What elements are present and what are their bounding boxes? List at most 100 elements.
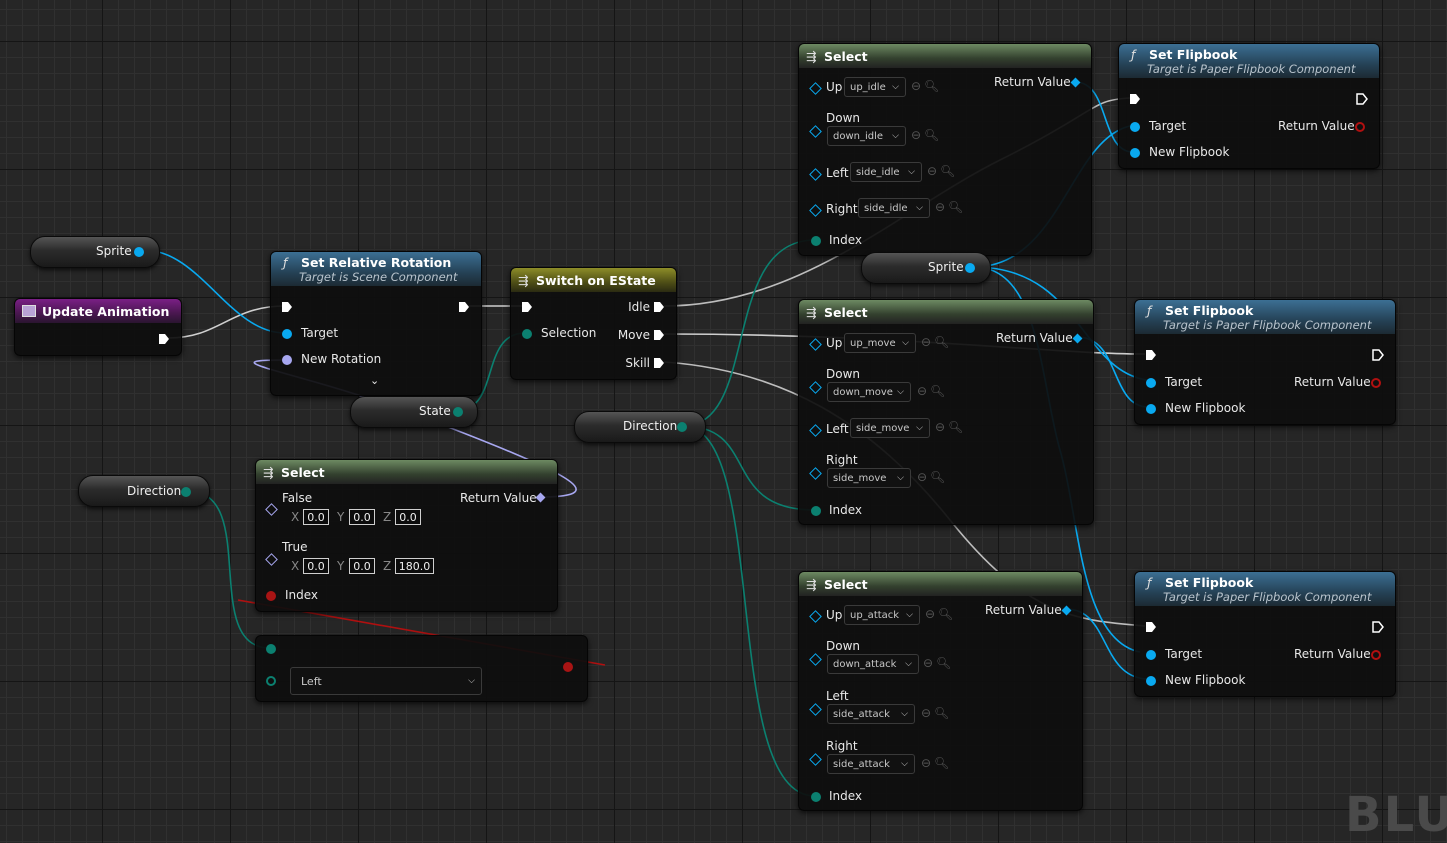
direction-out-pin[interactable] (181, 487, 191, 497)
exec-in-pin[interactable] (1145, 349, 1157, 361)
target-pin[interactable] (1146, 650, 1156, 660)
use-browse-icons[interactable]: ⊖🔍︎ (921, 756, 952, 770)
exec-out-pin[interactable] (1372, 349, 1384, 361)
left-value-dropdown[interactable]: side_attack ⌵ (827, 704, 915, 724)
direction-variable[interactable]: Direction (574, 411, 706, 443)
up-pin[interactable] (809, 338, 822, 351)
enum-value-dropdown[interactable]: Left ⌵ (290, 667, 482, 695)
use-browse-icons[interactable]: ⊖🔍︎ (925, 607, 956, 621)
idle-exec-pin[interactable] (653, 301, 665, 313)
use-browse-icons[interactable]: ⊖🔍︎ (917, 384, 948, 398)
return-value-pin[interactable] (535, 492, 546, 503)
return-value-pin[interactable] (1061, 605, 1072, 616)
use-browse-icons[interactable]: ⊖🔍︎ (935, 420, 966, 434)
direction-variable[interactable]: Direction (78, 475, 210, 507)
select-idle-node[interactable]: ⇶ Select Up up_idle ⌵ ⊖🔍︎ Down down_idle ⌵… (798, 43, 1092, 256)
move-exec-pin[interactable] (653, 329, 665, 341)
use-browse-icons[interactable]: ⊖🔍︎ (921, 335, 952, 349)
select-move-node[interactable]: ⇶ Select Up up_move ⌵ ⊖🔍︎ Down down_move ⌵… (798, 299, 1094, 525)
use-browse-icons[interactable]: ⊖🔍︎ (927, 164, 958, 178)
return-value-pin[interactable] (1072, 333, 1083, 344)
select-attack-node[interactable]: ⇶ Select Up up_attack ⌵ ⊖🔍︎ Down down_att… (798, 571, 1083, 811)
up-value-dropdown[interactable]: up_idle ⌵ (844, 77, 906, 97)
left-pin[interactable] (809, 703, 822, 716)
down-value-dropdown[interactable]: down_move ⌵ (827, 382, 911, 402)
sprite-out-pin[interactable] (965, 263, 975, 273)
exec-out-pin[interactable] (1356, 93, 1368, 105)
state-variable[interactable]: State (350, 396, 478, 428)
use-browse-icons[interactable]: ⊖🔍︎ (911, 128, 942, 142)
set-flipbook-node[interactable]: ƒ Set Flipbook Target is Paper Flipbook C… (1134, 299, 1396, 425)
right-pin[interactable] (809, 467, 822, 480)
return-value-pin[interactable] (1371, 650, 1381, 660)
enum-compare-node[interactable]: Left ⌵ (255, 635, 588, 702)
down-value-dropdown[interactable]: down_idle ⌵ (827, 126, 906, 146)
exec-in-pin[interactable] (1129, 93, 1141, 105)
direction-out-pin[interactable] (677, 422, 687, 432)
return-value-pin[interactable] (1355, 122, 1365, 132)
use-browse-icons[interactable]: ⊖🔍︎ (917, 470, 948, 484)
new-rotation-pin[interactable] (282, 355, 292, 365)
use-browse-icons[interactable]: ⊖🔍︎ (935, 200, 966, 214)
use-browse-icons[interactable]: ⊖🔍︎ (923, 656, 954, 670)
up-pin[interactable] (809, 82, 822, 95)
new-flipbook-pin[interactable] (1146, 404, 1156, 414)
exec-in-pin[interactable] (281, 301, 293, 313)
sprite-variable[interactable]: Sprite (30, 236, 160, 268)
true-pin[interactable] (265, 553, 278, 566)
up-value-dropdown[interactable]: up_attack ⌵ (844, 605, 920, 625)
right-value-dropdown[interactable]: side_idle ⌵ (858, 198, 930, 218)
target-pin[interactable] (1130, 122, 1140, 132)
down-pin[interactable] (809, 653, 822, 666)
exec-in-pin[interactable] (521, 301, 533, 313)
selection-pin[interactable] (522, 329, 532, 339)
right-pin[interactable] (809, 204, 822, 217)
left-value-dropdown[interactable]: side_idle ⌵ (850, 162, 922, 182)
target-pin[interactable] (1146, 378, 1156, 388)
sprite-variable[interactable]: Sprite (861, 252, 991, 284)
index-pin[interactable] (811, 506, 821, 516)
down-value-dropdown[interactable]: down_attack ⌵ (827, 654, 919, 674)
state-out-pin[interactable] (453, 407, 463, 417)
exec-out-pin[interactable] (458, 301, 470, 313)
expand-chevron-icon[interactable]: ⌄ (370, 374, 379, 387)
use-browse-icons[interactable]: ⊖🔍︎ (921, 706, 952, 720)
right-value-dropdown[interactable]: side_attack ⌵ (827, 754, 915, 774)
exec-in-pin[interactable] (1145, 621, 1157, 633)
set-flipbook-node[interactable]: ƒ Set Flipbook Target is Paper Flipbook C… (1134, 571, 1396, 697)
exec-out-pin[interactable] (1372, 621, 1384, 633)
false-y-field[interactable]: 0.0 (349, 509, 375, 525)
down-pin[interactable] (809, 381, 822, 394)
left-value-dropdown[interactable]: side_move ⌵ (850, 418, 930, 438)
sprite-out-pin[interactable] (134, 247, 144, 257)
true-y-field[interactable]: 0.0 (349, 558, 375, 574)
new-flipbook-pin[interactable] (1130, 148, 1140, 158)
left-pin[interactable] (809, 424, 822, 437)
right-value-dropdown[interactable]: side_move ⌵ (827, 468, 911, 488)
right-pin[interactable] (809, 753, 822, 766)
select-rotation-node[interactable]: ⇶ Select False X 0.0 Y 0.0 Z 0.0 True X … (255, 459, 558, 612)
enum-value-pin[interactable] (266, 676, 276, 686)
bool-out-pin[interactable] (563, 662, 573, 672)
new-flipbook-pin[interactable] (1146, 676, 1156, 686)
return-value-pin[interactable] (1070, 77, 1081, 88)
target-pin[interactable] (282, 329, 292, 339)
down-pin[interactable] (809, 125, 822, 138)
up-value-dropdown[interactable]: up_move ⌵ (844, 333, 916, 353)
false-x-field[interactable]: 0.0 (303, 509, 329, 525)
false-pin[interactable] (265, 503, 278, 516)
index-pin[interactable] (266, 591, 276, 601)
enum-in-pin[interactable] (266, 644, 276, 654)
false-z-field[interactable]: 0.0 (395, 509, 421, 525)
up-pin[interactable] (809, 610, 822, 623)
update-animation-event[interactable]: Update Animation (14, 298, 182, 356)
left-pin[interactable] (809, 168, 822, 181)
index-pin[interactable] (811, 236, 821, 246)
true-z-field[interactable]: 180.0 (395, 558, 434, 574)
set-relative-rotation-node[interactable]: ƒ Set Relative Rotation Target is Scene C… (270, 251, 482, 396)
return-value-pin[interactable] (1371, 378, 1381, 388)
skill-exec-pin[interactable] (653, 357, 665, 369)
set-flipbook-node[interactable]: ƒ Set Flipbook Target is Paper Flipbook C… (1118, 43, 1380, 169)
true-x-field[interactable]: 0.0 (303, 558, 329, 574)
use-browse-icons[interactable]: ⊖🔍︎ (911, 79, 942, 93)
